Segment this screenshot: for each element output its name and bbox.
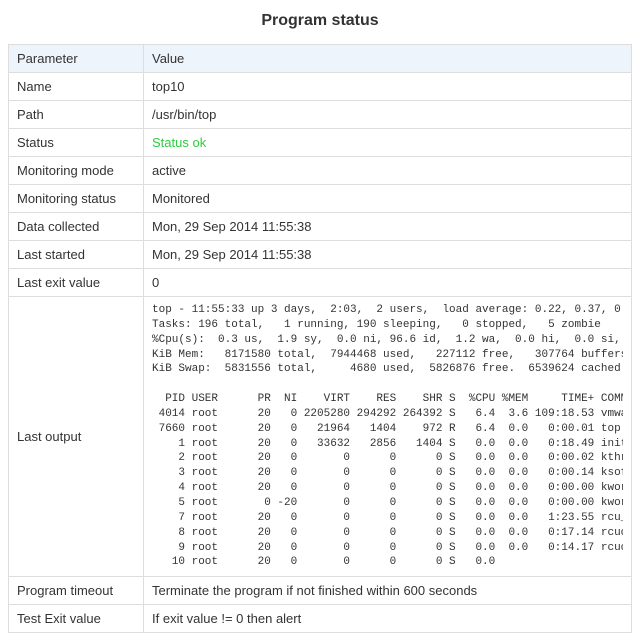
param-label: Data collected [9,213,144,241]
param-value: 0 [144,269,632,297]
program-status-table: Parameter Value Name top10 Path /usr/bin… [8,44,632,633]
last-output-text: top - 11:55:33 up 3 days, 2:03, 2 users,… [152,303,623,570]
param-label: Status [9,129,144,157]
param-value: /usr/bin/top [144,101,632,129]
row-monitoring-status: Monitoring status Monitored [9,185,632,213]
row-path: Path /usr/bin/top [9,101,632,129]
param-label: Last started [9,241,144,269]
param-label: Program timeout [9,577,144,605]
row-last-started: Last started Mon, 29 Sep 2014 11:55:38 [9,241,632,269]
param-value: active [144,157,632,185]
param-value: Mon, 29 Sep 2014 11:55:38 [144,241,632,269]
row-data-collected: Data collected Mon, 29 Sep 2014 11:55:38 [9,213,632,241]
param-label: Last output [9,297,144,577]
param-label: Monitoring status [9,185,144,213]
row-last-exit-value: Last exit value 0 [9,269,632,297]
row-monitoring-mode: Monitoring mode active [9,157,632,185]
param-value: top10 [144,73,632,101]
param-label: Path [9,101,144,129]
col-value: Value [144,45,632,73]
row-program-timeout: Program timeout Terminate the program if… [9,577,632,605]
param-label: Last exit value [9,269,144,297]
param-label: Monitoring mode [9,157,144,185]
param-label: Test Exit value [9,605,144,633]
param-value: top - 11:55:33 up 3 days, 2:03, 2 users,… [144,297,632,577]
page-title: Program status [8,12,632,30]
status-ok-text: Status ok [152,135,206,150]
param-value: If exit value != 0 then alert [144,605,632,633]
param-value: Status ok [144,129,632,157]
row-test-exit-value: Test Exit value If exit value != 0 then … [9,605,632,633]
param-label: Name [9,73,144,101]
param-value: Terminate the program if not finished wi… [144,577,632,605]
row-last-output: Last output top - 11:55:33 up 3 days, 2:… [9,297,632,577]
col-parameter: Parameter [9,45,144,73]
row-name: Name top10 [9,73,632,101]
row-status: Status Status ok [9,129,632,157]
param-value: Mon, 29 Sep 2014 11:55:38 [144,213,632,241]
param-value: Monitored [144,185,632,213]
